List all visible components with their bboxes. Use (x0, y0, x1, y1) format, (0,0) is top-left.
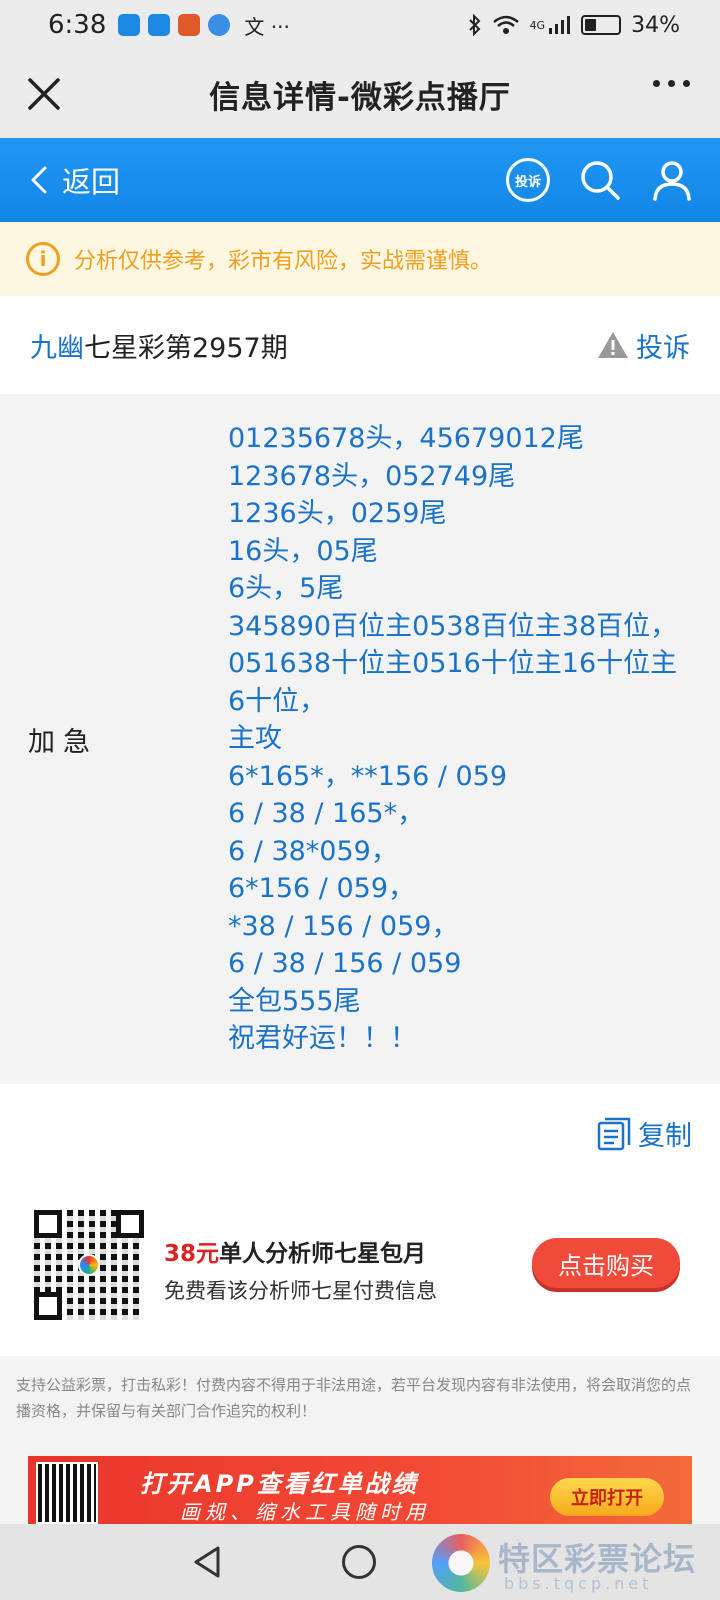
close-icon[interactable] (22, 72, 66, 116)
title-bar: 信息详情-微彩点播厅 (0, 50, 720, 138)
subscription-promo: 38元单人分析师七星包月 免费看该分析师七星付费信息 点击购买 (0, 1180, 720, 1356)
battery-percent: 34% (631, 12, 680, 38)
buy-button[interactable]: 点击购买 (532, 1238, 680, 1288)
network-type: 4G (529, 18, 546, 32)
back-button[interactable]: 返回 (30, 159, 120, 201)
taobao-app-icon (178, 14, 201, 36)
banner-subline: 画规、缩水工具随时用 (180, 1500, 430, 1524)
promo-title-text: 单人分析师七星包月 (219, 1241, 427, 1267)
promo-title: 38元单人分析师七星包月 (164, 1234, 426, 1268)
complain-label: 投诉 (514, 174, 541, 190)
weather-app-icon (118, 14, 141, 36)
post-header: 九幽 七星彩第2957期 投诉 (0, 296, 720, 394)
nav-bar: 返回 投诉 (0, 138, 720, 222)
lightbulb-app-icon (148, 14, 171, 36)
qr-logo-icon (78, 1254, 100, 1276)
copy-label: 复制 (638, 1121, 692, 1152)
content-line: 6 / 38 / 156 / 059 (228, 948, 462, 979)
content-line: 01235678头，45679012尾 (228, 423, 584, 454)
app-banner[interactable]: 打开APP查看红单战绩 画规、缩水工具随时用 立即打开 (28, 1456, 692, 1524)
open-app-button[interactable]: 立即打开 (550, 1478, 664, 1516)
battery-level (585, 19, 596, 31)
content-line: 全包555尾 (228, 985, 361, 1017)
wifi-icon (492, 15, 519, 34)
copy-icon (597, 1117, 631, 1150)
notification-icons: 文 ··· (118, 11, 290, 40)
content-line: 6*156 / 059， (228, 873, 416, 904)
content-line: 123678头，052749尾 (228, 460, 516, 492)
content-line: 16头，05尾 (228, 535, 378, 567)
banner-area: 打开APP查看红单战绩 画规、缩水工具随时用 立即打开 (0, 1432, 720, 1524)
disclaimer: 支持公益彩票，打击私彩！付费内容不得用于非法用途，若平台发现内容有非法使用，将会… (0, 1356, 720, 1432)
content-line: 6十位， (228, 685, 327, 717)
status-time: 6:38 (48, 10, 107, 40)
post-content: 加急 01235678头，45679012尾 123678头，052749尾 123… (0, 394, 720, 1084)
content-line: 6 / 38*059， (228, 835, 398, 867)
report-button[interactable]: 投诉 (596, 326, 690, 365)
content-line: 6*165*，**156 / 059 (228, 760, 508, 792)
warning-icon (598, 332, 628, 358)
status-bar: 6:38 文 ··· 4G 34% (0, 0, 720, 50)
copy-button[interactable]: 复制 (596, 1114, 692, 1153)
post-title: 七星彩第2957期 (84, 332, 288, 364)
qr-finder (34, 1292, 62, 1320)
notice-text: 分析仅供参考，彩市有风险，实战需谨慎。 (74, 249, 493, 274)
risk-notice: i 分析仅供参考，彩市有风险，实战需谨慎。 (0, 222, 720, 296)
copy-row: 复制 (0, 1084, 720, 1180)
chevron-left-icon (31, 166, 47, 194)
banner-qr-code (36, 1462, 98, 1524)
qr-finder (34, 1210, 62, 1238)
content-line: 主攻 (228, 723, 282, 754)
content-line: 祝君好运！！！ (228, 1023, 417, 1054)
battery-icon (581, 15, 622, 35)
more-notifications-icon: 文 ··· (244, 14, 290, 39)
content-line: 051638十位主0516十位主16十位主 (228, 648, 678, 679)
user-icon[interactable] (650, 158, 694, 202)
page-title: 信息详情-微彩点播厅 (209, 79, 511, 116)
system-nav-bar: 特区彩票论坛 bbs.tqcp.net (0, 1524, 720, 1600)
watermark-url: bbs.tqcp.net (504, 1574, 653, 1593)
content-line: 345890百位主0538百位主38百位， (228, 610, 678, 642)
promo-subtitle: 免费看该分析师七星付费信息 (164, 1279, 437, 1303)
content-line: 1236头，0259尾 (228, 498, 447, 529)
signal-icon (549, 16, 571, 34)
browser-app-icon (208, 14, 231, 36)
banner-headline: 打开APP查看红单战绩 (140, 1470, 419, 1498)
bluetooth-icon (468, 14, 480, 36)
content-line: 6 / 38 / 165*， (228, 798, 425, 829)
more-icon[interactable] (653, 80, 690, 87)
watermark-logo-icon (432, 1534, 490, 1592)
nav-back-icon[interactable] (190, 1544, 224, 1580)
nav-home-icon[interactable] (342, 1545, 376, 1579)
complain-button[interactable]: 投诉 (506, 158, 550, 202)
promo-price: 38元 (164, 1241, 220, 1267)
system-indicators: 4G 34% (468, 13, 680, 38)
author-link[interactable]: 九幽 (30, 326, 84, 365)
info-icon: i (26, 242, 60, 276)
search-icon[interactable] (578, 158, 622, 202)
content-label: 加急 (28, 727, 98, 758)
back-label: 返回 (62, 165, 121, 199)
content-lines: 01235678头，45679012尾 123678头，052749尾 1236头，… (228, 420, 698, 1058)
content-line: 6头，5尾 (228, 573, 344, 604)
report-label: 投诉 (636, 332, 690, 364)
content-line: *38 / 156 / 059， (228, 910, 459, 942)
qr-finder (116, 1210, 144, 1238)
